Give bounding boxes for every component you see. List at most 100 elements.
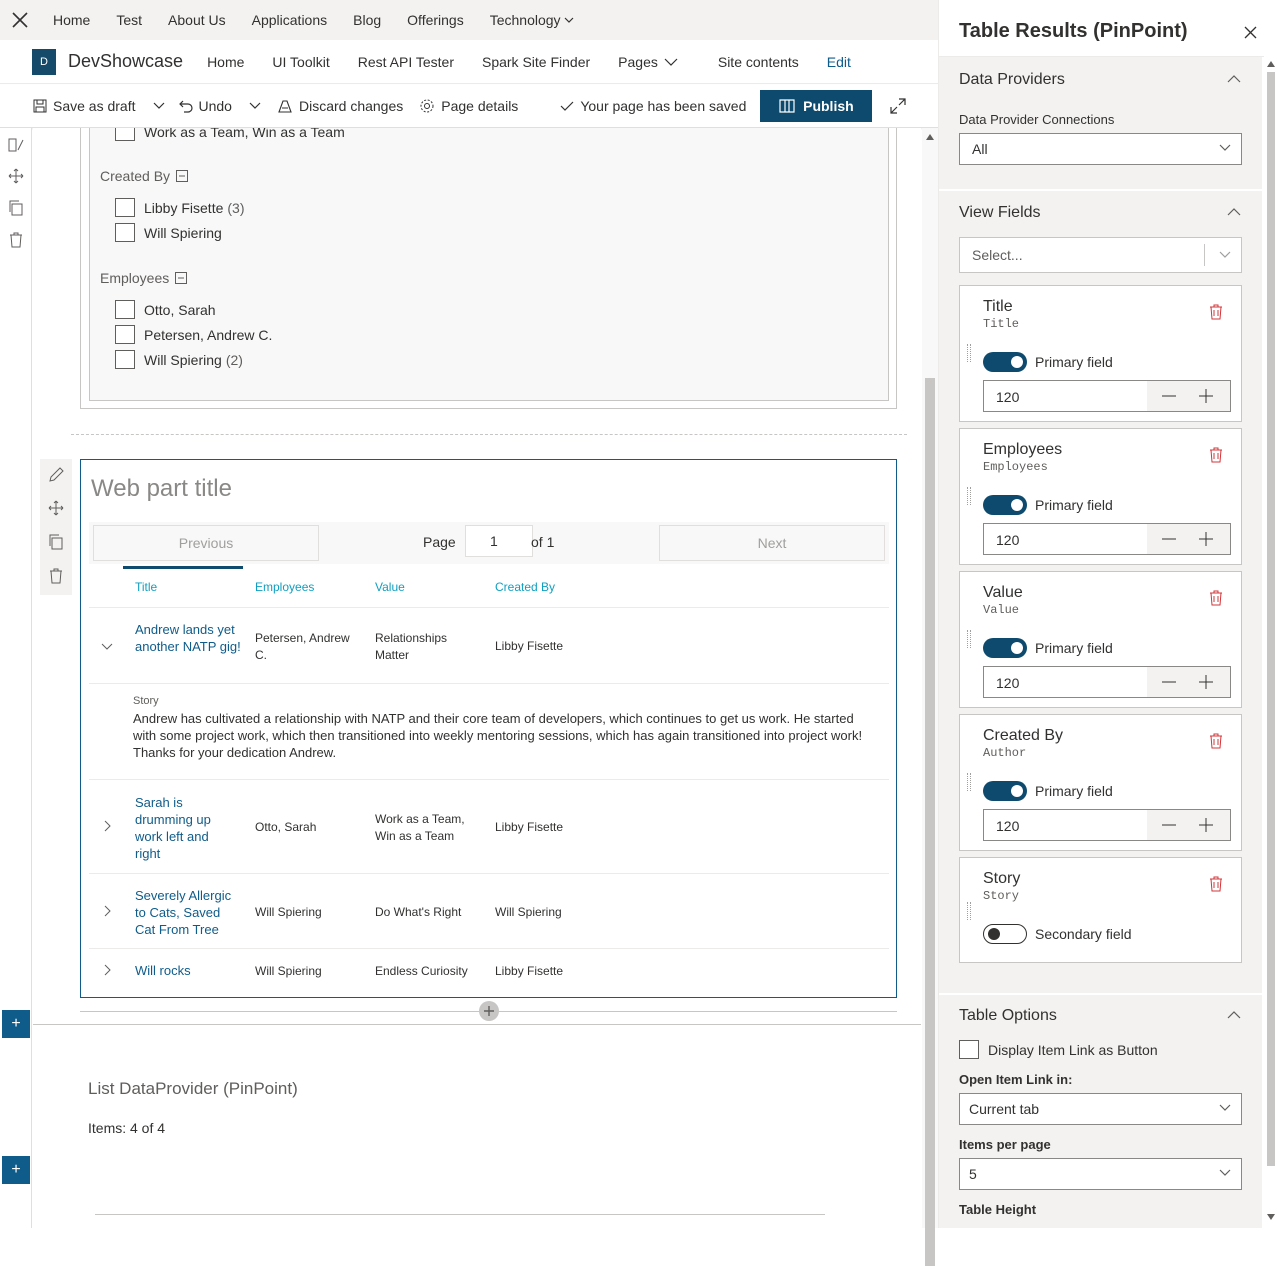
column-width-input[interactable]: 120 [983, 666, 1231, 698]
delete-icon[interactable] [1209, 733, 1223, 749]
duplicate-icon[interactable] [48, 534, 64, 550]
duplicate-icon[interactable] [8, 200, 24, 216]
edit-section-icon[interactable] [8, 137, 24, 153]
nav-test[interactable]: Test [103, 12, 155, 28]
checkbox[interactable] [115, 325, 135, 344]
nav-blog[interactable]: Blog [340, 12, 394, 28]
view-fields-heading[interactable]: View Fields [959, 204, 1041, 222]
table-options-heading[interactable]: Table Options [959, 1007, 1057, 1025]
column-header-created-by[interactable]: Created By [495, 580, 555, 594]
save-options-chevron-icon[interactable] [153, 101, 165, 111]
drag-handle[interactable] [967, 902, 971, 920]
canvas-scrollbar[interactable] [922, 128, 938, 1266]
field-select-dropdown[interactable]: Select... [959, 237, 1242, 273]
row-title-link[interactable]: Severely Allergic to Cats, Saved Cat Fro… [135, 887, 235, 938]
close-icon[interactable] [1244, 26, 1257, 39]
chevron-right-icon[interactable] [101, 964, 113, 976]
site-nav-pages[interactable]: Pages [604, 54, 692, 70]
discard-changes-button[interactable]: Discard changes [277, 98, 403, 114]
items-per-page-dropdown[interactable]: 5 [959, 1158, 1242, 1190]
increment-button[interactable] [1186, 381, 1226, 411]
site-nav-ui-toolkit[interactable]: UI Toolkit [258, 54, 343, 70]
decrement-button[interactable] [1149, 524, 1189, 554]
site-nav-home[interactable]: Home [193, 54, 258, 70]
checkbox[interactable] [115, 128, 135, 141]
row-title-link[interactable]: Will rocks [135, 962, 191, 979]
connections-dropdown[interactable]: All [959, 133, 1242, 165]
nav-about-us[interactable]: About Us [155, 12, 239, 28]
delete-icon[interactable] [8, 232, 24, 248]
drag-handle[interactable] [967, 344, 971, 362]
column-header-value[interactable]: Value [375, 580, 405, 594]
checkbox[interactable] [959, 1040, 979, 1059]
chevron-up-icon[interactable] [1227, 74, 1241, 83]
add-section-button-2[interactable]: + [2, 1156, 30, 1184]
scroll-down-icon[interactable] [1267, 1214, 1275, 1220]
increment-button[interactable] [1186, 524, 1226, 554]
pencil-icon[interactable] [48, 467, 64, 483]
pane-scrollbar[interactable] [1264, 56, 1277, 1228]
column-header-employees[interactable]: Employees [255, 580, 314, 594]
scrollbar-thumb[interactable] [1267, 72, 1275, 1166]
nav-technology[interactable]: Technology [477, 12, 587, 28]
decrement-button[interactable] [1149, 381, 1189, 411]
page-details-button[interactable]: Page details [419, 98, 518, 114]
move-icon[interactable] [8, 168, 24, 184]
chevron-right-icon[interactable] [101, 820, 113, 832]
decrement-button[interactable] [1149, 667, 1189, 697]
site-nav-edit[interactable]: Edit [813, 54, 865, 70]
checkbox[interactable] [115, 198, 135, 217]
nav-applications[interactable]: Applications [239, 12, 341, 28]
add-section-button[interactable]: + [2, 1010, 30, 1038]
delete-icon[interactable] [48, 568, 64, 584]
site-name[interactable]: DevShowcase [68, 51, 183, 72]
chevron-down-icon[interactable] [101, 640, 113, 652]
delete-icon[interactable] [1209, 447, 1223, 463]
data-providers-heading[interactable]: Data Providers [959, 71, 1065, 89]
nav-home[interactable]: Home [40, 12, 103, 28]
chevron-right-icon[interactable] [101, 905, 113, 917]
add-webpart-button[interactable] [479, 1001, 499, 1021]
filter-item[interactable]: Will Spiering [115, 223, 222, 242]
delete-icon[interactable] [1209, 876, 1223, 892]
drag-handle[interactable] [967, 773, 971, 791]
scroll-up-icon[interactable] [1267, 61, 1275, 67]
filter-item-partial[interactable]: Work as a Team, Win as a Team [115, 128, 345, 141]
page-number-input[interactable]: 1 [465, 525, 533, 557]
scrollbar-thumb[interactable] [925, 378, 935, 1266]
checkbox[interactable] [115, 300, 135, 319]
drag-handle[interactable] [967, 487, 971, 505]
collapse-icon[interactable] [176, 170, 189, 182]
save-draft-button[interactable]: Save as draft [33, 98, 136, 114]
column-header-title[interactable]: Title [135, 580, 157, 594]
publish-button[interactable]: Publish [760, 90, 873, 122]
row-title-link[interactable]: Sarah is drumming up work left and right [135, 794, 230, 862]
primary-field-toggle[interactable] [983, 638, 1027, 658]
webpart-title-input[interactable]: Web part title [91, 475, 232, 503]
delete-icon[interactable] [1209, 590, 1223, 606]
delete-icon[interactable] [1209, 304, 1223, 320]
scroll-up-icon[interactable] [926, 134, 934, 140]
column-width-input[interactable]: 120 [983, 809, 1231, 841]
site-logo[interactable]: D [32, 48, 56, 75]
increment-button[interactable] [1186, 667, 1226, 697]
open-link-dropdown[interactable]: Current tab [959, 1093, 1242, 1125]
undo-options-chevron-icon[interactable] [249, 101, 261, 111]
secondary-field-toggle[interactable] [983, 924, 1027, 944]
primary-field-toggle[interactable] [983, 495, 1027, 515]
next-button[interactable]: Next [659, 525, 885, 561]
decrement-button[interactable] [1149, 810, 1189, 840]
row-title-link[interactable]: Andrew lands yet another NATP gig! [135, 621, 245, 655]
created-by-group-label[interactable]: Created By [100, 168, 189, 184]
chevron-up-icon[interactable] [1227, 1010, 1241, 1019]
expand-icon[interactable] [890, 98, 906, 114]
column-width-input[interactable]: 120 [983, 380, 1231, 412]
link-as-button-option[interactable]: Display Item Link as Button [959, 1040, 1158, 1059]
checkbox[interactable] [115, 223, 135, 242]
collapse-icon[interactable] [175, 272, 188, 284]
filter-item[interactable]: Petersen, Andrew C. [115, 325, 272, 344]
previous-button[interactable]: Previous [93, 525, 319, 561]
chevron-up-icon[interactable] [1227, 207, 1241, 216]
increment-button[interactable] [1186, 810, 1226, 840]
nav-offerings[interactable]: Offerings [394, 12, 477, 28]
